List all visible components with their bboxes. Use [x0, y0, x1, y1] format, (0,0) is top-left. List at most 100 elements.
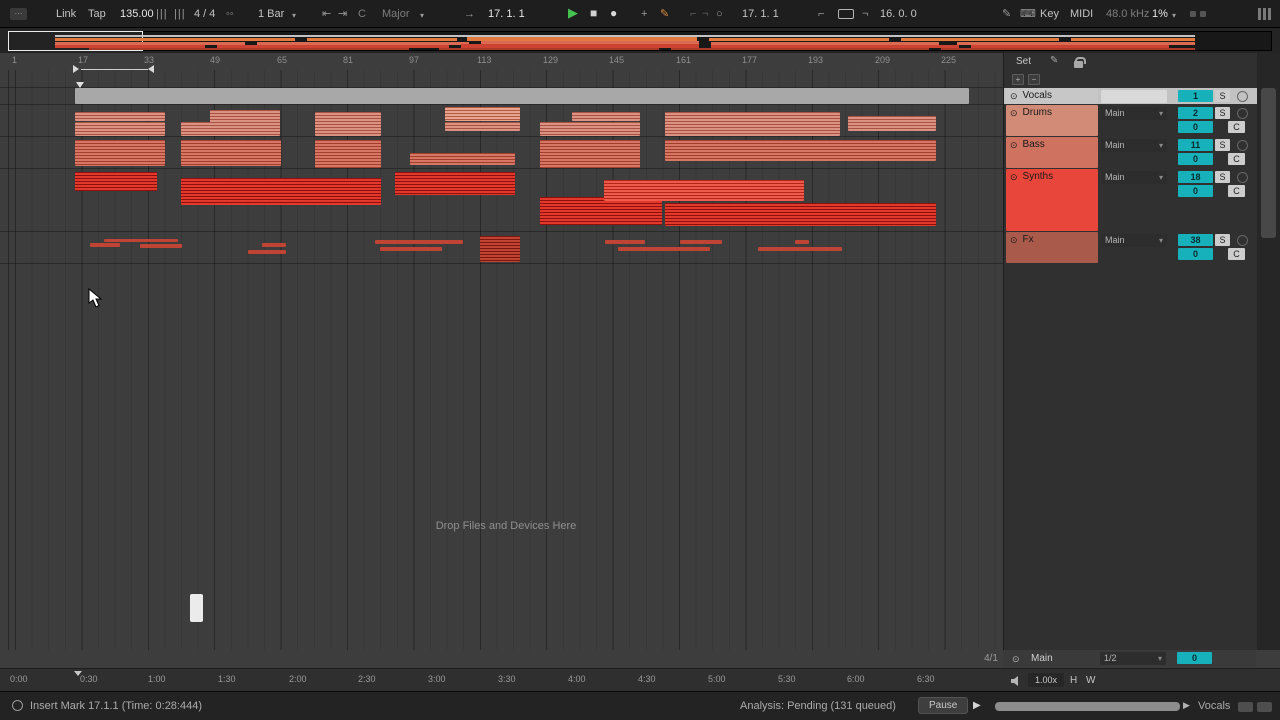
play-button[interactable]: ▶	[568, 7, 578, 19]
tap-tempo-button[interactable]: Tap	[88, 8, 106, 20]
bar-number[interactable]: 17	[78, 55, 88, 65]
options-menu-icon[interactable]: ⋯	[10, 8, 27, 20]
arm-button[interactable]	[1237, 140, 1248, 151]
bar-number[interactable]: 65	[277, 55, 287, 65]
bar-number[interactable]: 177	[742, 55, 757, 65]
track-routing-select[interactable]: Main▾	[1101, 234, 1167, 247]
pencil-icon[interactable]: ✎	[1050, 55, 1058, 66]
fit-width-button[interactable]: W	[1086, 675, 1095, 686]
solo-button[interactable]: S	[1215, 234, 1230, 246]
track-sub-badge[interactable]: 0	[1178, 121, 1213, 133]
nudge-up-icon[interactable]: |||	[174, 8, 186, 20]
collapse-tracks-icon[interactable]: −	[1028, 74, 1040, 85]
record-button[interactable]: ●	[610, 7, 617, 19]
bar-number[interactable]: 113	[477, 55, 491, 65]
bar-number[interactable]: 49	[210, 55, 220, 65]
time-ruler[interactable]: 1.00x H W 0:000:301:001:302:002:303:003:…	[0, 668, 1280, 691]
track-play-icon[interactable]: ⊙	[1012, 653, 1020, 665]
crossfade-button[interactable]: C	[1228, 153, 1245, 165]
analysis-progress-bar[interactable]	[995, 702, 1180, 711]
track-name-cell[interactable]: ⊙Bass	[1006, 137, 1098, 168]
loop-start-marker-icon[interactable]	[73, 65, 79, 73]
track-sub-badge[interactable]: 0	[1178, 185, 1213, 197]
lock-icon[interactable]	[1074, 61, 1083, 68]
punch-out-icon[interactable]: ¬	[862, 8, 868, 20]
fit-height-button[interactable]: H	[1070, 675, 1077, 686]
track-name-cell[interactable]: ⊙Synths	[1006, 169, 1098, 231]
track-routing-select[interactable]	[1101, 90, 1167, 103]
crossfade-button[interactable]: C	[1228, 185, 1245, 197]
track-play-icon[interactable]: ⊙	[1010, 107, 1018, 119]
insert-marker-icon[interactable]	[76, 82, 84, 88]
stop-button[interactable]: ■	[590, 7, 597, 19]
reenable-automation-icon[interactable]: ⌐	[690, 8, 696, 20]
track-routing-select[interactable]: Main▾	[1101, 171, 1167, 184]
bar-number[interactable]: 1	[12, 55, 17, 65]
track-input-badge[interactable]: 1	[1178, 90, 1213, 102]
crossfade-button[interactable]: C	[1228, 121, 1245, 133]
track-name-cell[interactable]: ⊙Drums	[1006, 105, 1098, 136]
loop-brace-line[interactable]	[81, 69, 148, 70]
quantize-out-icon[interactable]: ⇥	[338, 8, 347, 20]
scale-root-label[interactable]: C	[358, 8, 366, 20]
white-marker-box[interactable]	[190, 594, 203, 622]
bar-number[interactable]: 161	[676, 55, 691, 65]
track-input-badge[interactable]: 2	[1178, 107, 1213, 119]
track-play-icon[interactable]: ⊙	[1010, 171, 1018, 183]
arm-button[interactable]	[1237, 91, 1248, 102]
computer-midi-keyboard-icon[interactable]: ⌨	[1020, 8, 1036, 20]
quantize-in-icon[interactable]: ⇤	[322, 8, 331, 20]
metronome-icon[interactable]: ◦◦	[226, 8, 234, 20]
track-sub-badge[interactable]: 0	[1178, 248, 1213, 260]
track-scrollbar[interactable]	[1257, 53, 1280, 650]
overdub-icon[interactable]: +	[641, 8, 647, 20]
solo-button[interactable]: S	[1215, 107, 1230, 119]
bar-number[interactable]: 81	[343, 55, 353, 65]
arm-button[interactable]	[1237, 235, 1248, 246]
bar-number[interactable]: 145	[609, 55, 624, 65]
track-header-drums[interactable]: ⊙DrumsMain▾2S0C	[1004, 105, 1257, 136]
time-signature-field[interactable]: 4 / 4	[194, 8, 215, 20]
solo-button[interactable]: S	[1215, 171, 1230, 183]
bar-number[interactable]: 97	[409, 55, 419, 65]
solo-button[interactable]: S	[1215, 90, 1230, 102]
reenable-automation-icon[interactable]: ¬	[702, 8, 708, 20]
track-name-cell[interactable]: ⊙Vocals	[1006, 88, 1098, 104]
overview-strip[interactable]	[8, 31, 1272, 51]
playback-speed-badge[interactable]: 1.00x	[1028, 673, 1064, 687]
arrangement-position-display[interactable]: 17. 1. 1	[488, 8, 525, 20]
resume-play-icon[interactable]: ▶	[973, 700, 981, 711]
quantize-menu[interactable]: 1 Bar	[258, 8, 284, 20]
scrollbar-thumb[interactable]	[1261, 88, 1276, 238]
bar-number[interactable]: 209	[875, 55, 890, 65]
bar-number[interactable]: 33	[144, 55, 154, 65]
capture-midi-icon[interactable]: ○	[716, 8, 723, 20]
scale-name-label[interactable]: Major	[382, 8, 410, 20]
master-badge[interactable]: 0	[1177, 652, 1212, 664]
arrangement-area[interactable]: Drop Files and Devices Here	[0, 70, 1003, 650]
midi-map-button[interactable]: MIDI	[1070, 8, 1093, 20]
master-quantize-select[interactable]: 1/2 ▾	[1100, 652, 1166, 665]
loop-end-marker-icon[interactable]	[148, 65, 154, 73]
nudge-down-icon[interactable]: |||	[156, 8, 168, 20]
arm-button[interactable]	[1237, 108, 1248, 119]
key-map-button[interactable]: Key	[1040, 8, 1059, 20]
speaker-icon[interactable]	[1010, 675, 1022, 687]
track-header-fx[interactable]: ⊙FxMain▾38S0C	[1004, 232, 1257, 263]
bar-number[interactable]: 193	[808, 55, 823, 65]
chevron-down-icon[interactable]: ▾	[420, 10, 424, 22]
set-locator-button[interactable]: Set	[1016, 56, 1031, 67]
track-input-badge[interactable]: 38	[1178, 234, 1213, 246]
punch-in-icon[interactable]: ⌐	[818, 8, 824, 20]
chevron-down-icon[interactable]: ▾	[292, 10, 296, 22]
track-routing-select[interactable]: Main▾	[1101, 139, 1167, 152]
bar-number[interactable]: 129	[543, 55, 558, 65]
loop-switch-icon[interactable]	[838, 9, 854, 19]
crossfade-button[interactable]: C	[1228, 248, 1245, 260]
track-play-icon[interactable]: ⊙	[1010, 90, 1018, 102]
track-input-badge[interactable]: 11	[1178, 139, 1213, 151]
track-play-icon[interactable]: ⊙	[1010, 139, 1018, 151]
chevron-down-icon[interactable]: ▾	[1172, 10, 1176, 22]
track-play-icon[interactable]: ⊙	[1010, 234, 1018, 246]
master-track-row[interactable]: ⊙ Main 1/2 ▾ 0	[1003, 650, 1256, 667]
